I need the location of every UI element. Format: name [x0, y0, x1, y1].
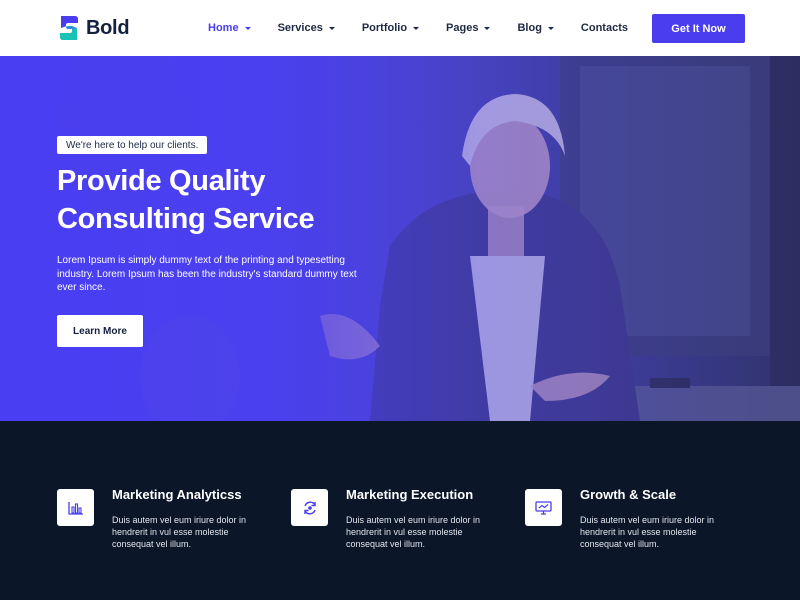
nav-item-label: Portfolio	[361, 22, 408, 34]
hero-title: Provide Quality Consulting Service	[57, 162, 417, 238]
hero-description: Lorem Ipsum is simply dummy text of the …	[57, 255, 357, 293]
feature-description: Duis autem vel eum iriure dolor in hendr…	[346, 515, 481, 549]
hero-title-line: Provide Quality	[57, 165, 266, 197]
monitor-chart-icon	[525, 489, 562, 526]
nav-item-blog[interactable]: Blog	[517, 22, 554, 34]
nav-item-contacts[interactable]: Contacts	[581, 22, 628, 34]
nav-item-home[interactable]: Home	[208, 22, 251, 34]
hero-tag: We're here to help our clients.	[57, 136, 208, 154]
chevron-down-icon	[413, 26, 420, 30]
nav-item-label: Contacts	[580, 22, 628, 34]
chevron-down-icon	[328, 26, 335, 30]
hero-title-line: Consulting Service	[57, 203, 315, 235]
feature-description: Duis autem vel eum iriure dolor in hendr…	[112, 515, 247, 549]
nav-item-portfolio[interactable]: Portfolio	[361, 22, 420, 34]
nav-item-services[interactable]: Services	[278, 22, 335, 34]
bar-chart-icon	[57, 489, 94, 526]
nav-item-pages[interactable]: Pages	[446, 22, 491, 34]
chevron-down-icon	[547, 26, 554, 30]
nav-item-label: Home	[208, 22, 239, 34]
chevron-down-icon	[244, 26, 251, 30]
learn-more-button[interactable]: Learn More	[57, 315, 143, 347]
brand-logo[interactable]: Bold	[58, 14, 130, 42]
hero-overlay	[0, 56, 800, 421]
feature-description: Duis autem vel eum iriure dolor in hendr…	[580, 515, 715, 549]
hero-section: We're here to help our clients. Provide …	[0, 56, 800, 421]
feature-title: Growth & Scale	[580, 487, 677, 502]
features-section: Marketing Analyticss Duis autem vel eum …	[0, 421, 800, 600]
feature-title: Marketing Execution	[346, 487, 474, 502]
get-it-now-button[interactable]: Get It Now	[652, 14, 745, 43]
refresh-cycle-icon	[291, 489, 328, 526]
nav-item-label: Pages	[446, 22, 479, 34]
nav-item-label: Blog	[517, 22, 542, 34]
feature-title: Marketing Analyticss	[112, 487, 242, 502]
nav-item-label: Services	[277, 22, 323, 34]
main-nav: Home Services Portfolio Pages Blog Conta…	[208, 0, 655, 56]
logo-mark-icon	[60, 16, 78, 40]
site-header: Bold Home Services Portfolio Pages Blog …	[0, 0, 800, 56]
chevron-down-icon	[484, 26, 491, 30]
brand-name: Bold	[86, 16, 130, 39]
